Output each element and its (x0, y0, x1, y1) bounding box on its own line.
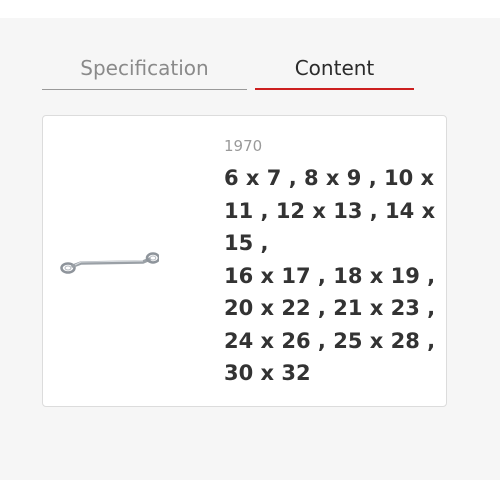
tab-bar: Specification Content (42, 50, 414, 90)
product-card: 1970 6 x 7 , 8 x 9 , 10 x 11 , 12 x 13 ,… (42, 115, 447, 407)
size-line: 15 , (224, 231, 269, 255)
size-line: 11 , 12 x 13 , 14 x (224, 198, 436, 223)
page: Specification Content 1970 6 x 7 , 8 x 9… (0, 0, 500, 500)
size-line: 20 x 22 , 21 x 23 , (224, 296, 436, 320)
size-line: 24 x 26 , 25 x 28 , (224, 328, 436, 353)
size-list: 6 x 7 , 8 x 9 , 10 x 11 , 12 x 13 , 14 x… (224, 162, 436, 390)
product-code: 1970 (224, 137, 263, 155)
tab-specification[interactable]: Specification (42, 50, 247, 90)
tab-content[interactable]: Content (255, 50, 414, 90)
ring-spanner-icon (60, 252, 159, 274)
size-line: 6 x 7 , 8 x 9 , 10 x (224, 166, 435, 190)
size-line: 30 x 32 (224, 361, 311, 385)
size-line: 16 x 17 , 18 x 19 , (224, 263, 436, 288)
